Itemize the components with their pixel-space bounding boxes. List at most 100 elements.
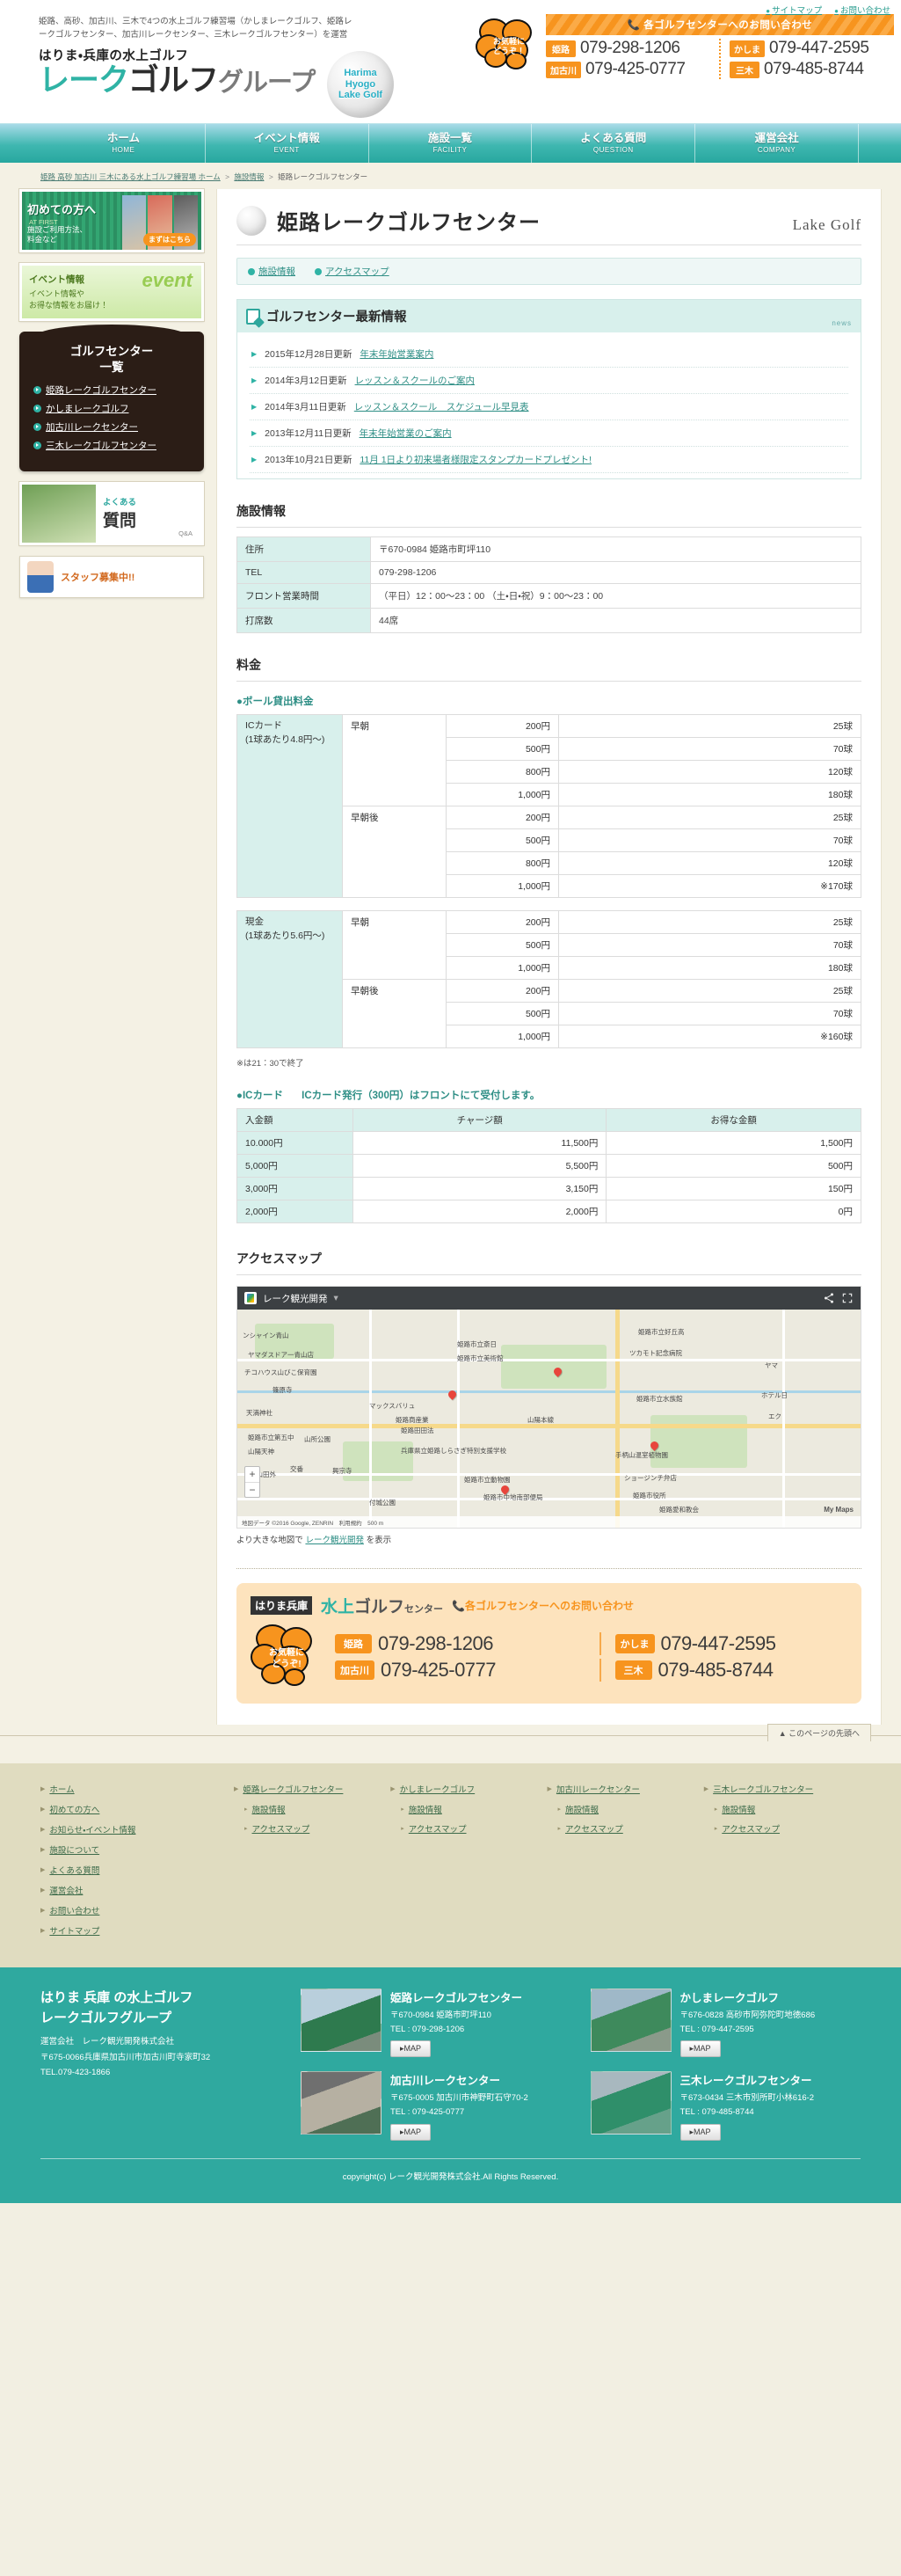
nav-item-home[interactable]: ホーム HOME xyxy=(42,124,206,163)
sitemap-subitem[interactable]: ▸ アクセスマップ xyxy=(715,1822,861,1835)
news-item[interactable]: ▶ 2013年12月11日更新 年末年始営業のご案内 xyxy=(250,420,848,447)
sitemap-link-label: サイトマップ xyxy=(772,6,823,16)
footer-brand-company: 運営会社 レーク観光開発株式会社 〒675-0066兵庫県加古川市加古川町寺家町3… xyxy=(40,2037,211,2078)
zoom-in-button[interactable]: + xyxy=(245,1467,259,1482)
sitemap-subitem[interactable]: ▸ アクセスマップ xyxy=(401,1822,547,1835)
map-button[interactable]: ▸MAP xyxy=(679,2040,721,2058)
sitemap-item[interactable]: ▶ 施設について xyxy=(40,1843,234,1856)
sidebar-banner-faq[interactable]: よくある 質問 Q&A xyxy=(18,481,205,547)
golf-ball-icon: Harima Hyogo Lake Golf xyxy=(327,51,394,118)
table-header-row: 入金額 チャージ額 お得な金額 xyxy=(236,1108,861,1132)
sidebar-item-kashima[interactable]: かしまレークゴルフ xyxy=(33,402,193,415)
sitemap-subitem[interactable]: ▸ 施設情報 xyxy=(401,1803,547,1815)
sitemap-item[interactable]: ▶ かしまレークゴルフ xyxy=(390,1783,547,1795)
first-time-cta[interactable]: まずはこちら xyxy=(143,233,196,246)
sitemap-item[interactable]: ▶ よくある質問 xyxy=(40,1864,234,1876)
table-row: 住所 〒670-0984 姫路市町坪110 xyxy=(236,536,861,562)
nav-label-en: COMPANY xyxy=(757,146,796,155)
sidebar-banner-first-time[interactable]: 初めての方へ AT FIRST 施設ご利用方法、 料金など まずはこちら xyxy=(18,188,205,253)
news-link[interactable]: 年末年始営業のご案内 xyxy=(360,427,452,440)
sidebar-item-himeji[interactable]: 姫路レークゴルフセンター xyxy=(33,383,193,397)
anchor-facility[interactable]: 施設情報 xyxy=(248,265,295,278)
sidebar-banner-staff[interactable]: スタッフ募集中!! xyxy=(19,556,204,599)
first-time-title: 初めての方へ xyxy=(27,203,97,216)
site-logo[interactable]: はりま・兵庫の水上ゴルフ レークゴルフグループ xyxy=(39,46,316,98)
sitemap-item[interactable]: ▶ 加古川レークセンター xyxy=(548,1783,704,1795)
sidebar-item-miki[interactable]: 三木レークゴルフセンター xyxy=(33,439,193,452)
map-button[interactable]: ▸MAP xyxy=(390,2123,432,2141)
map-zoom-controls[interactable]: + − xyxy=(244,1466,260,1498)
phone-number: 079-425-0777 xyxy=(381,1659,497,1681)
phone-himeji[interactable]: 姫路 079-298-1206 xyxy=(546,39,710,58)
map-below-link[interactable]: レーク観光開発 xyxy=(305,1536,364,1545)
news-link[interactable]: レッスン＆スクール スケジュール早見表 xyxy=(354,400,529,413)
sitemap-item[interactable]: ▶ お問い合わせ xyxy=(40,1904,234,1916)
map-button[interactable]: ▸MAP xyxy=(679,2123,721,2141)
sitemap-column-miki: ▶ 三木レークゴルフセンター ▸ 施設情報 ▸ アクセスマップ xyxy=(704,1783,861,1945)
fullscreen-icon[interactable] xyxy=(841,1292,854,1304)
table-row: フロント営業時間 （平日）12：00〜23：00 （土・日・祝）9：00〜23：… xyxy=(236,583,861,609)
sidebar-item-label: かしまレークゴルフ xyxy=(46,404,129,415)
breadcrumb-level2[interactable]: 施設情報 xyxy=(234,172,264,181)
map-canvas[interactable]: ンシャイン青山 ヤマダスドア一青山店 チコハウス山びこ保育園 篠原寺 天満神社 … xyxy=(237,1310,861,1528)
news-date: 2015年12月28日更新 xyxy=(265,349,352,360)
access-map[interactable]: レーク観光開発 ▾ ンシャイン青山 ヤマダスドア一青山店 チコハウス山びこ保育園… xyxy=(236,1286,861,1529)
back-to-top-button[interactable]: ▲ このページの先頭へ xyxy=(767,1724,871,1741)
zoom-out-button[interactable]: − xyxy=(245,1482,259,1497)
sitemap-item[interactable]: ▶ 運営会社 xyxy=(40,1884,234,1896)
nav-item-event[interactable]: イベント情報 EVENT xyxy=(206,124,369,163)
footer-phone-kakogawa[interactable]: 加古川 079-425-0777 xyxy=(335,1659,584,1682)
triangle-icon: ▸ xyxy=(401,1806,404,1813)
nav-item-question[interactable]: よくある質問 QUESTION xyxy=(532,124,696,163)
map-toolbar: レーク観光開発 ▾ xyxy=(237,1287,861,1310)
sitemap-link: 施設について xyxy=(49,1846,100,1856)
sitemap-subitem[interactable]: ▸ 施設情報 xyxy=(558,1803,704,1815)
news-item[interactable]: ▶ 2013年10月21日更新 11月 1日より初来場者様限定スタンプカードプレ… xyxy=(250,447,848,473)
news-item[interactable]: ▶ 2014年3月11日更新 レッスン＆スクール スケジュール早見表 xyxy=(250,394,848,420)
breadcrumb-home[interactable]: 姫路 高砂 加古川 三木にある水上ゴルフ練習場 ホーム xyxy=(40,172,221,181)
anchor-label: アクセスマップ xyxy=(325,266,389,277)
map-button[interactable]: ▸MAP xyxy=(390,2040,432,2058)
share-icon[interactable] xyxy=(823,1292,835,1304)
sitemap-item[interactable]: ▶ 初めての方へ xyxy=(40,1803,234,1815)
sitemap-subitem[interactable]: ▸ アクセスマップ xyxy=(244,1822,390,1835)
news-heading: ゴルフセンター最新情報 xyxy=(266,310,407,325)
triangle-icon: ▶ xyxy=(40,1806,46,1813)
sidebar-item-label: 三木レークゴルフセンター xyxy=(46,441,156,452)
ic-col-bonus: お得な金額 xyxy=(606,1108,861,1132)
footer-brand-line1: はりま 兵庫 の水上ゴルフ xyxy=(40,1990,193,2005)
sitemap-subitem[interactable]: ▸ アクセスマップ xyxy=(558,1822,704,1835)
nav-item-facility[interactable]: 施設一覧 FACILITY xyxy=(369,124,533,163)
footer-phone-himeji[interactable]: 姫路 079-298-1206 xyxy=(335,1632,584,1655)
phone-miki[interactable]: 三木 079-485-8744 xyxy=(719,60,894,79)
sitemap-item[interactable]: ▶ ホーム xyxy=(40,1783,234,1795)
news-date: 2014年3月11日更新 xyxy=(265,402,346,412)
news-link[interactable]: 年末年始営業案内 xyxy=(360,347,433,361)
center-name: 姫路レークゴルフセンター xyxy=(390,1992,523,2004)
news-link[interactable]: レッスン＆スクールのご案内 xyxy=(355,374,476,387)
news-item[interactable]: ▶ 2015年12月28日更新 年末年始営業案内 xyxy=(250,341,848,368)
price-slot: 早朝後 xyxy=(342,979,447,1048)
anchor-accessmap[interactable]: アクセスマップ xyxy=(315,265,389,278)
footer-phone-miki[interactable]: 三木 079-485-8744 xyxy=(599,1659,848,1682)
nav-item-company[interactable]: 運営会社 COMPANY xyxy=(695,124,859,163)
sitemap-subitem[interactable]: ▸ 施設情報 xyxy=(244,1803,390,1815)
footer-card-kashima: かしまレークゴルフ 〒676-0828 高砂市阿弥陀町地徳686 TEL : 0… xyxy=(590,1989,861,2058)
sitemap-item[interactable]: ▶ 姫路レークゴルフセンター xyxy=(234,1783,390,1795)
footer-phone-kashima[interactable]: かしま 079-447-2595 xyxy=(599,1632,848,1655)
sitemap-item[interactable]: ▶ サイトマップ xyxy=(40,1924,234,1937)
sitemap-link[interactable]: ● サイトマップ xyxy=(766,4,822,16)
sitemap-item[interactable]: ▶ お知らせ・イベント情報 xyxy=(40,1823,234,1835)
phone-kashima[interactable]: かしま 079-447-2595 xyxy=(719,39,894,58)
sidebar-banner-event[interactable]: event イベント情報 イベント情報や お得な情報をお届け！ xyxy=(18,262,205,322)
phone-kakogawa[interactable]: 加古川 079-425-0777 xyxy=(546,60,710,79)
logo-subtitle: はりま・兵庫の水上ゴルフ xyxy=(39,49,189,63)
sidebar-item-kakogawa[interactable]: 加古川レークセンター xyxy=(33,420,193,434)
contact-link[interactable]: ● お問い合わせ xyxy=(834,4,890,16)
news-item[interactable]: ▶ 2014年3月12日更新 レッスン＆スクールのご案内 xyxy=(250,368,848,394)
sitemap-subitem[interactable]: ▸ 施設情報 xyxy=(715,1803,861,1815)
news-link[interactable]: 11月 1日より初来場者様限定スタンプカードプレゼント! xyxy=(360,453,592,466)
map-label: マックスバリュ xyxy=(369,1402,416,1410)
bubble-label: お気軽に どうぞ! xyxy=(269,1648,304,1669)
sitemap-item[interactable]: ▶ 三木レークゴルフセンター xyxy=(704,1783,861,1795)
